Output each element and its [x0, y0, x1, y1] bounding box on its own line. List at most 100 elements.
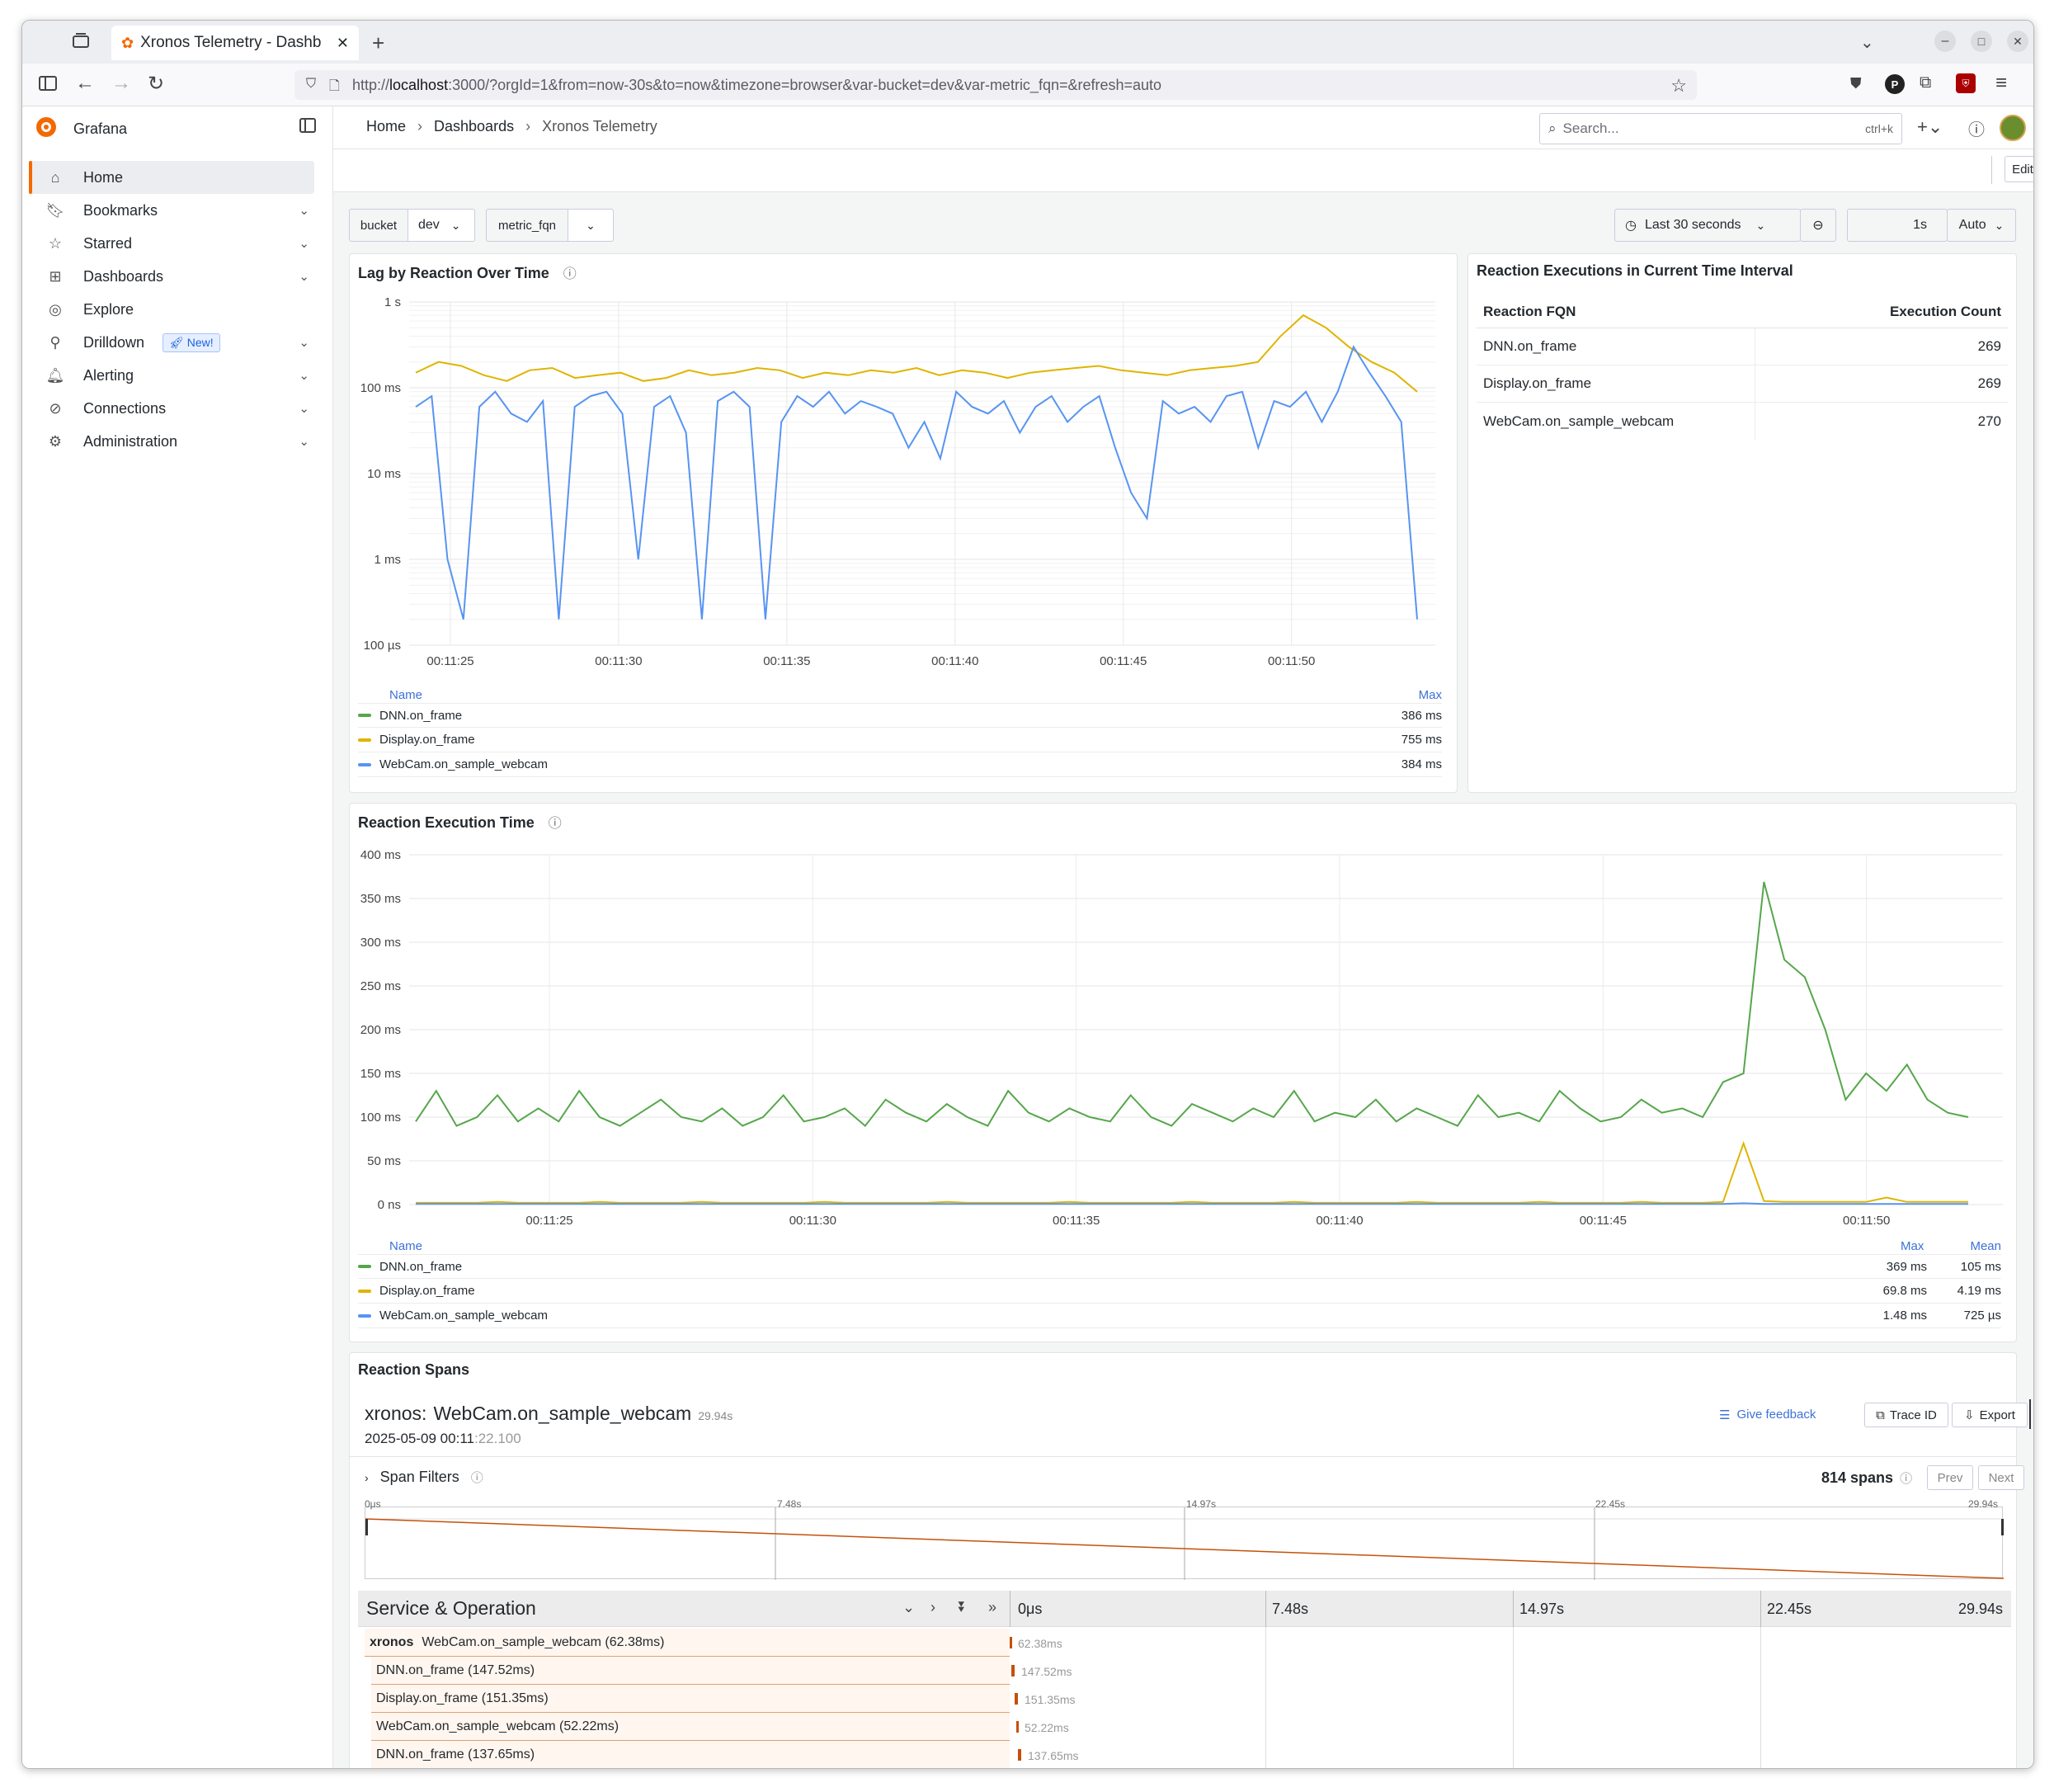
legend-row[interactable]: DNN.on_frame 369 ms 105 ms: [358, 1254, 2001, 1279]
extensions-icon[interactable]: ⧉: [1920, 73, 1931, 92]
avatar[interactable]: [2000, 115, 2026, 141]
new-badge-label: New!: [186, 335, 214, 349]
legend-row[interactable]: WebCam.on_sample_webcam 1.48 ms 725 µs: [358, 1304, 2001, 1328]
expand-all-icon[interactable]: »: [988, 1599, 996, 1616]
zoom-out-button[interactable]: ⊖: [1800, 209, 1836, 242]
lag-chart[interactable]: 1 s 100 ms 10 ms 1 ms 100 µs 00:11:25 00:11:30…: [350, 287, 1458, 683]
active-tab[interactable]: ✿ Xronos Telemetry - Dashb ✕: [111, 26, 359, 60]
menu-hamburger-icon[interactable]: ≡: [1995, 72, 2007, 95]
span-row[interactable]: Display.on_frame (151.35ms): [371, 1685, 1010, 1713]
chevron-down-icon[interactable]: ⌄: [299, 368, 309, 383]
sidebar-item-administration[interactable]: ⚙ Administration ⌄: [29, 425, 314, 458]
panel-resize-handle[interactable]: [2029, 1399, 2031, 1429]
edit-button[interactable]: Edit: [2005, 156, 2033, 182]
minimize-icon[interactable]: –: [1934, 31, 1956, 52]
metric-variable-select[interactable]: ⌄: [568, 209, 614, 242]
back-icon[interactable]: ←: [75, 72, 95, 95]
span-row[interactable]: xronos WebCam.on_sample_webcam (62.38ms): [365, 1629, 1010, 1657]
table-row[interactable]: DNN.on_frame 269: [1477, 328, 2008, 365]
new-tab-icon[interactable]: +: [372, 31, 384, 56]
brand[interactable]: Grafana: [34, 115, 127, 144]
url-bar[interactable]: ⛉ 🗋 http://localhost:3000/?orgId=1&from=…: [294, 70, 1697, 100]
span-bar[interactable]: [1010, 1637, 1012, 1648]
sidebar-item-bookmarks[interactable]: 🔖︎ Bookmarks ⌄: [29, 194, 314, 227]
sidebar-item-dashboards[interactable]: ⊞ Dashboards ⌄: [29, 260, 314, 293]
legend-max-header[interactable]: Max: [1419, 688, 1442, 702]
collapse-all-icon[interactable]: ⏬︎: [959, 1599, 966, 1616]
chevron-down-icon[interactable]: ⌄: [299, 335, 309, 350]
legend-name-header[interactable]: Name: [389, 688, 422, 702]
service-operation-header: Service & Operation: [366, 1597, 536, 1619]
dock-menu-icon[interactable]: [299, 118, 316, 133]
sidebar-item-connections[interactable]: ⊘ Connections ⌄: [29, 392, 314, 425]
bookmark-star-icon[interactable]: ☆: [1670, 75, 1687, 97]
column-divider[interactable]: [1010, 1591, 1011, 1627]
refresh-auto-select[interactable]: Auto ⌄: [1947, 209, 2016, 242]
prev-button[interactable]: Prev: [1927, 1465, 1973, 1490]
sidebar-item-explore[interactable]: ◎ Explore: [29, 293, 314, 326]
legend-mean-header[interactable]: Mean: [1970, 1239, 2001, 1253]
shield-icon[interactable]: ⛉: [306, 77, 316, 92]
legend-row[interactable]: Display.on_frame 69.8 ms 4.19 ms: [358, 1279, 2001, 1304]
expand-one-icon[interactable]: ›: [930, 1599, 935, 1616]
table-row[interactable]: Display.on_frame 269: [1477, 365, 2008, 403]
reload-icon[interactable]: ↻: [148, 72, 164, 96]
span-row[interactable]: DNN.on_frame (137.65ms): [371, 1741, 1010, 1768]
chevron-down-icon[interactable]: ⌄: [299, 269, 309, 284]
chevron-down-icon[interactable]: ⌄: [299, 236, 309, 251]
span-bar[interactable]: [1011, 1665, 1015, 1676]
info-icon[interactable]: ⓘ: [1900, 1469, 1912, 1487]
sidebar-item-drilldown[interactable]: ⚲ Drilldown 🚀︎ New! ⌄: [29, 326, 314, 359]
profile-p-icon[interactable]: P: [1885, 74, 1905, 94]
bucket-variable-select[interactable]: dev ⌄: [408, 209, 475, 242]
pocket-icon[interactable]: ⛊: [1850, 75, 1862, 92]
sidebar-item-alerting[interactable]: 🔔︎ Alerting ⌄: [29, 359, 314, 392]
table-row[interactable]: WebCam.on_sample_webcam 270: [1477, 403, 2008, 440]
legend-name-header[interactable]: Name: [389, 1239, 422, 1253]
give-feedback-link[interactable]: ☰ Give feedback: [1719, 1408, 1816, 1422]
exec-time-chart[interactable]: 400 ms 350 ms 300 ms 250 ms 200 ms 150 ms 100 …: [350, 837, 2018, 1241]
trace-id-button[interactable]: ⧉ Trace ID: [1864, 1403, 1948, 1427]
next-button[interactable]: Next: [1978, 1465, 2024, 1490]
export-button[interactable]: ⇩ Export: [1952, 1403, 2028, 1427]
col-count-header[interactable]: Execution Count: [1890, 304, 2001, 320]
tab-overview-icon[interactable]: [72, 32, 90, 49]
info-icon[interactable]: ⓘ: [563, 267, 577, 281]
help-icon[interactable]: ⓘ: [1968, 116, 1985, 140]
col-fqn-header[interactable]: Reaction FQN: [1483, 304, 1890, 320]
span-row[interactable]: WebCam.on_sample_webcam (52.22ms): [371, 1713, 1010, 1741]
collapse-one-icon[interactable]: ⌄: [902, 1599, 915, 1616]
sidebar-item-home[interactable]: ⌂ Home: [29, 161, 314, 194]
window-close-icon[interactable]: ✕: [2007, 31, 2028, 52]
legend-row[interactable]: WebCam.on_sample_webcam 384 ms: [358, 752, 1442, 777]
legend-row[interactable]: DNN.on_frame 386 ms: [358, 703, 1442, 728]
maximize-icon[interactable]: □: [1971, 31, 1992, 52]
legend-max-header[interactable]: Max: [1901, 1239, 1924, 1253]
legend-row[interactable]: Display.on_frame 755 ms: [358, 728, 1442, 752]
span-row[interactable]: DNN.on_frame (147.52ms): [371, 1657, 1010, 1685]
info-icon[interactable]: ⓘ: [549, 817, 562, 831]
span-bar[interactable]: [1016, 1721, 1019, 1733]
sidebar-item-starred[interactable]: ☆ Starred ⌄: [29, 227, 314, 260]
info-icon[interactable]: ⓘ: [471, 1469, 483, 1486]
series-swatch: [358, 1289, 371, 1293]
refresh-button[interactable]: 1s: [1847, 209, 1948, 242]
tab-list-chevron-icon[interactable]: ⌄: [1860, 32, 1874, 53]
page-info-icon[interactable]: 🗋: [329, 77, 340, 99]
add-new-icon[interactable]: +⌄: [1917, 116, 1943, 138]
forward-icon[interactable]: →: [111, 72, 131, 95]
tab-close-icon[interactable]: ✕: [337, 35, 349, 52]
search-input[interactable]: ⌕ Search... ctrl+k: [1539, 113, 1902, 144]
span-bar[interactable]: [1015, 1693, 1018, 1705]
chevron-down-icon[interactable]: ⌄: [299, 203, 309, 218]
span-bar[interactable]: [1018, 1749, 1021, 1761]
span-filters-toggle[interactable]: › Span Filters ⓘ: [365, 1469, 483, 1486]
time-range-picker[interactable]: ◷ Last 30 seconds ⌄: [1614, 209, 1801, 242]
chevron-down-icon[interactable]: ⌄: [299, 434, 309, 449]
breadcrumb-dashboards[interactable]: Dashboards: [434, 118, 514, 135]
chevron-down-icon[interactable]: ⌄: [299, 401, 309, 416]
breadcrumb-home[interactable]: Home: [366, 118, 406, 135]
trace-minimap[interactable]: [365, 1507, 2004, 1580]
ublock-icon[interactable]: ⛨: [1956, 73, 1976, 93]
sidebar-toggle-icon[interactable]: [39, 75, 57, 92]
